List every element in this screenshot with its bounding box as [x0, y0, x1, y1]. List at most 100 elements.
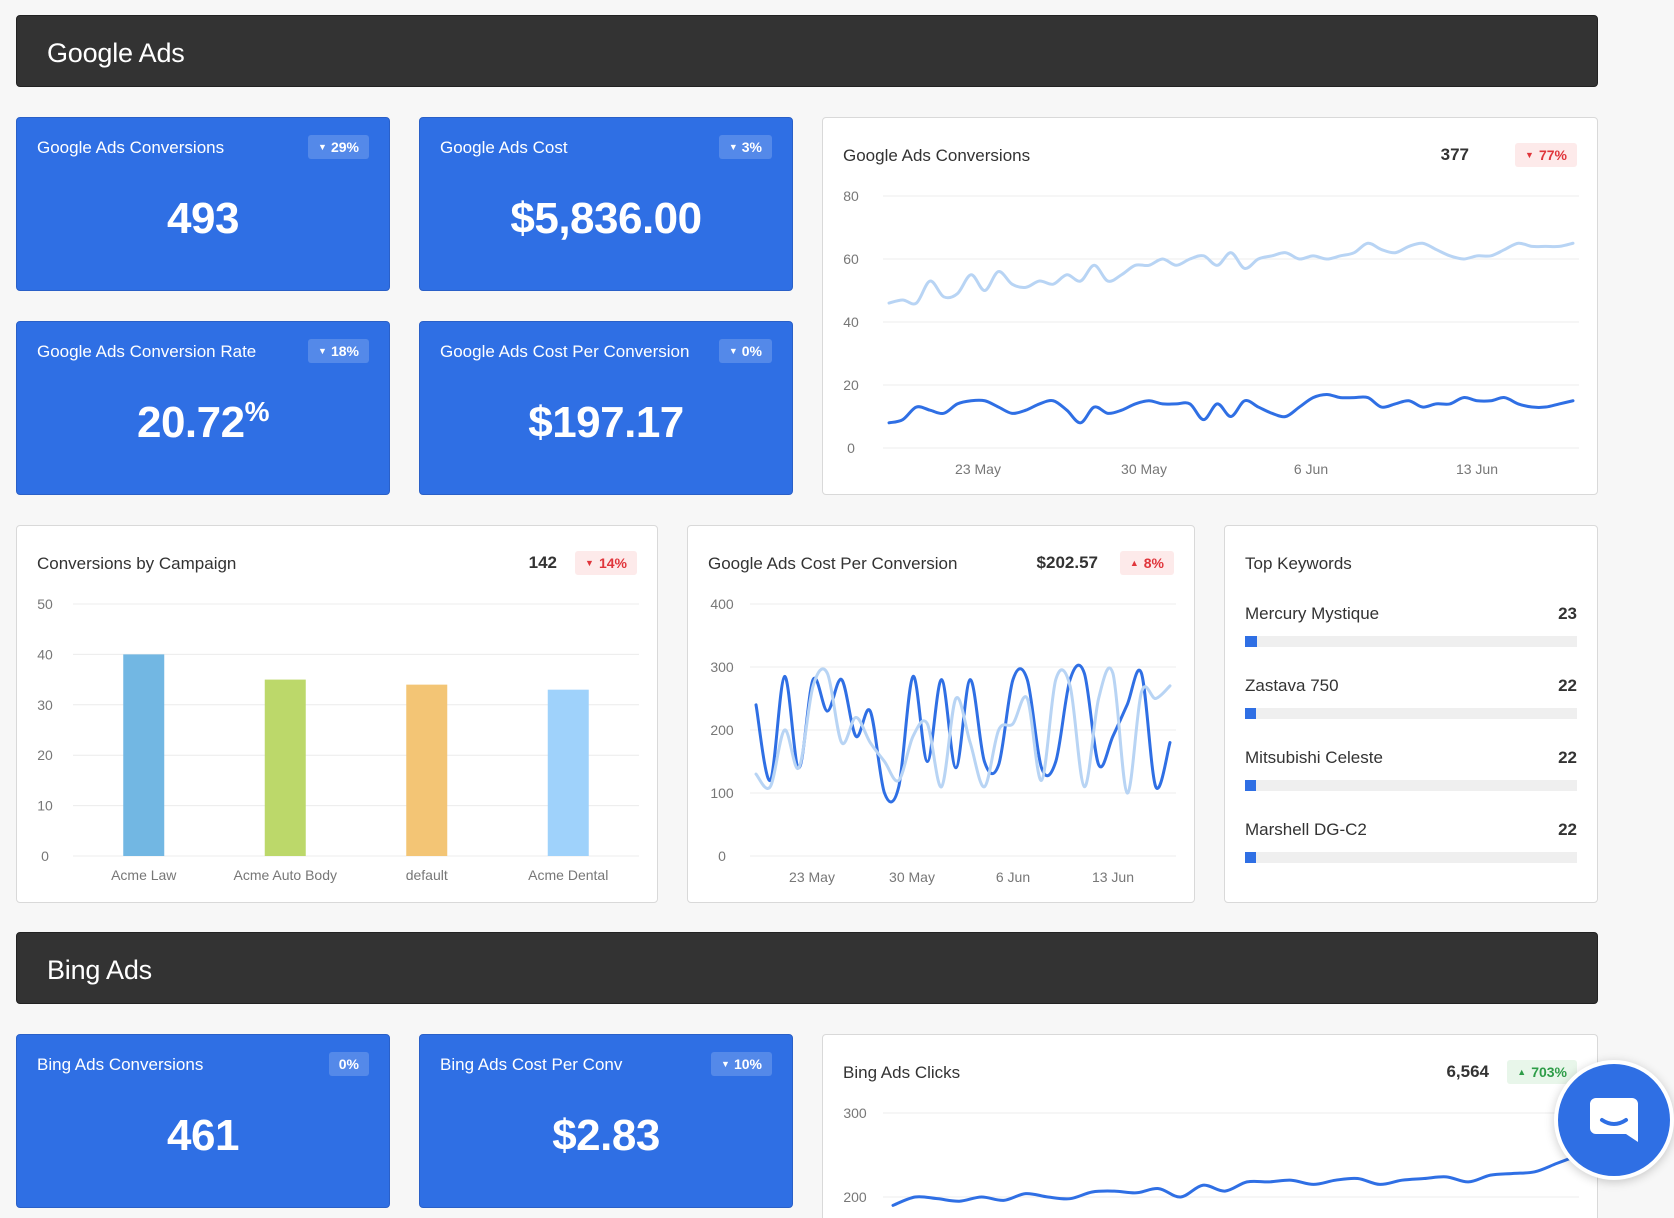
series-line [887, 392, 1575, 425]
keyword-bar-fill [1245, 780, 1257, 791]
y-tick-label: 40 [843, 314, 859, 330]
kpi-title: Google Ads Conversions [37, 138, 225, 157]
kpi-google-ads-conversions[interactable]: Google Ads Conversions ▼ 29% 493 [16, 117, 390, 291]
kpi-bing-ads-conversions[interactable]: Bing Ads Conversions 0% 461 [16, 1034, 390, 1208]
section-title: Google Ads [47, 38, 185, 68]
y-tick-label: 200 [843, 1189, 867, 1205]
triangle-down-icon: ▼ [318, 142, 327, 152]
keyword-name: Mercury Mystique [1245, 604, 1380, 623]
y-tick-label: 300 [710, 659, 734, 675]
keyword-bar-track [1245, 852, 1577, 863]
x-tick-label: 30 May [889, 869, 935, 885]
x-tick-label: Acme Dental [528, 867, 608, 883]
x-tick-label: 13 Jun [1092, 869, 1134, 885]
y-tick-label: 40 [37, 646, 53, 662]
keyword-item[interactable]: Mercury Mystique 23 [1245, 604, 1577, 676]
y-tick-label: 100 [710, 785, 734, 801]
y-tick-label: 200 [710, 722, 734, 738]
bar-chart: 0 10 20 30 40 50 Acme Law Acme Auto Body default… [37, 596, 639, 883]
y-tick-label: 80 [843, 188, 859, 204]
cost-per-conversion-chart-card[interactable]: Google Ads Cost Per Conversion $202.57 ▲… [687, 525, 1195, 903]
bar [406, 684, 448, 856]
keyword-count: 22 [1558, 748, 1577, 767]
keyword-item[interactable]: Mitsubishi Celeste 22 [1245, 748, 1577, 820]
kpi-change-badge: ▼ 3% [718, 135, 772, 159]
x-tick-label: 13 Jun [1456, 461, 1498, 477]
google-ads-section-header: Google Ads [16, 15, 1598, 87]
x-tick-label: 6 Jun [1294, 461, 1328, 477]
kpi-value: $2.83 [552, 1111, 660, 1160]
bing-ads-clicks-chart-card[interactable]: Bing Ads Clicks 6,564 ▲ 703% 200 300 [822, 1034, 1598, 1218]
badge-value: 0% [741, 343, 762, 359]
keyword-bar-fill [1245, 852, 1257, 863]
kpi-google-ads-cost[interactable]: Google Ads Cost ▼ 3% $5,836.00 [419, 117, 793, 291]
y-tick-label: 60 [843, 251, 859, 267]
x-tick-label: Acme Auto Body [233, 867, 337, 883]
keyword-item[interactable]: Zastava 750 22 [1245, 676, 1577, 748]
y-tick-label: 20 [37, 747, 53, 763]
kpi-value: $197.17 [528, 398, 684, 447]
chat-launcher-button[interactable] [1554, 1060, 1674, 1180]
series-line [891, 1153, 1581, 1207]
line-chart: 0 100 200 300 400 23 May 30 May 6 Jun 13 Jun [710, 596, 1176, 885]
bar [547, 689, 589, 856]
kpi-unit: % [244, 396, 270, 427]
keyword-name: Mitsubishi Celeste [1245, 748, 1383, 767]
kpi-title: Bing Ads Conversions [37, 1055, 204, 1074]
kpi-change-badge: ▼ 18% [308, 339, 369, 363]
triangle-down-icon: ▼ [721, 1059, 730, 1069]
y-tick-label: 20 [843, 377, 859, 393]
badge-value: 3% [741, 139, 762, 155]
y-tick-label: 10 [37, 798, 53, 814]
keyword-bar-fill [1245, 708, 1257, 719]
y-tick-label: 0 [847, 440, 855, 456]
bar [123, 654, 165, 856]
keyword-list: Mercury Mystique 23 Zastava 750 22 Mitsu… [1245, 604, 1577, 892]
keyword-count: 22 [1558, 820, 1577, 839]
section-title: Bing Ads [47, 955, 152, 985]
kpi-change-badge: ▼ 29% [308, 135, 369, 159]
card-title: Top Keywords [1245, 554, 1352, 573]
bing-ads-section-header: Bing Ads [16, 932, 1598, 1004]
x-tick-label: 23 May [955, 461, 1001, 477]
y-tick-label: 0 [718, 848, 726, 864]
y-tick-label: 0 [41, 848, 49, 864]
y-tick-label: 300 [843, 1105, 867, 1121]
kpi-title: Google Ads Cost Per Conversion [440, 342, 690, 361]
keyword-count: 23 [1558, 604, 1577, 623]
keyword-bar-track [1245, 636, 1577, 647]
keyword-item[interactable]: Marshell DG-C2 22 [1245, 820, 1577, 892]
kpi-value: 461 [167, 1111, 239, 1160]
series-line [887, 241, 1575, 306]
bar [264, 679, 306, 856]
keyword-count: 22 [1558, 676, 1577, 695]
conversions-by-campaign-card[interactable]: Conversions by Campaign 142 ▼ 14% 0 10 20 30… [16, 525, 658, 903]
series-line [754, 663, 1172, 804]
kpi-value: 493 [167, 194, 239, 243]
kpi-change-badge: ▼ 0% [718, 339, 772, 363]
kpi-value: 20.72% [17, 396, 389, 448]
top-keywords-card[interactable]: Top Keywords Mercury Mystique 23 Zastava… [1224, 525, 1598, 903]
y-tick-label: 30 [37, 697, 53, 713]
kpi-number: 20.72 [136, 398, 245, 447]
badge-value: 29% [330, 139, 359, 155]
y-tick-label: 400 [710, 596, 734, 612]
kpi-change-badge: ▼ 10% [711, 1052, 772, 1076]
x-tick-label: 30 May [1121, 461, 1167, 477]
line-chart: 0 20 40 60 80 23 May 30 May 6 Jun 13 Jun [843, 188, 1579, 477]
x-tick-label: 23 May [789, 869, 835, 885]
keyword-bar-track [1245, 708, 1577, 719]
kpi-google-ads-cost-per-conversion[interactable]: Google Ads Cost Per Conversion ▼ 0% $197.… [419, 321, 793, 495]
keyword-name: Zastava 750 [1245, 676, 1339, 695]
google-ads-conversions-chart-card[interactable]: Google Ads Conversions 377 ▼ 77% 0 20 40 60 8… [822, 117, 1598, 495]
kpi-change-badge: 0% [328, 1052, 369, 1076]
x-tick-label: 6 Jun [996, 869, 1030, 885]
x-tick-label: default [406, 867, 448, 883]
keyword-bar-fill [1245, 636, 1257, 647]
kpi-google-ads-conversion-rate[interactable]: Google Ads Conversion Rate ▼ 18% 20.72% [16, 321, 390, 495]
keyword-bar-track [1245, 780, 1577, 791]
kpi-value: $5,836.00 [510, 194, 702, 243]
kpi-title: Bing Ads Cost Per Conv [440, 1055, 623, 1074]
keyword-name: Marshell DG-C2 [1245, 820, 1367, 839]
kpi-bing-ads-cost-per-conv[interactable]: Bing Ads Cost Per Conv ▼ 10% $2.83 [419, 1034, 793, 1208]
